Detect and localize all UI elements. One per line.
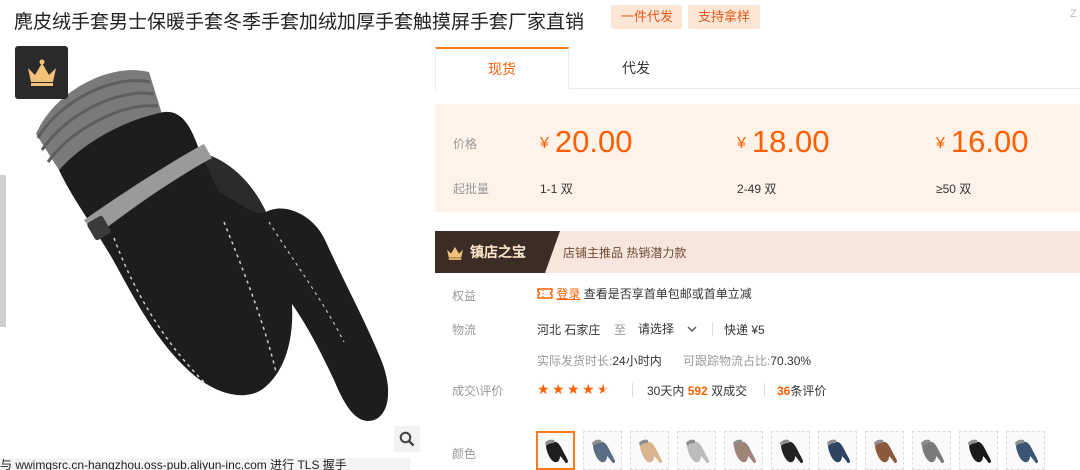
color-swatch[interactable] (771, 431, 810, 470)
price-box: 价格 起批量 ¥20.00 ¥18.00 ¥16.00 1-1 双 2-49 双… (435, 104, 1080, 212)
star-icon: ★ (582, 381, 595, 397)
ship-time: 实际发货时长:24小时内 (537, 354, 662, 368)
glove-icon (826, 439, 850, 463)
tab-dropship[interactable]: 代发 (569, 47, 703, 89)
glove-icon (36, 70, 389, 421)
to-text: 至 (614, 323, 627, 337)
trace-ratio: 可跟踪物流占比:70.30% (683, 354, 812, 368)
divider (712, 322, 713, 336)
color-swatch[interactable] (677, 431, 716, 470)
destination-select[interactable]: 请选择 (638, 320, 697, 337)
glove-icon (873, 439, 897, 463)
moq-tier-1: 1-1 双 (540, 182, 573, 196)
corner-mark: Z (1070, 8, 1077, 20)
zoom-button[interactable] (394, 426, 420, 452)
color-swatch[interactable] (583, 431, 622, 470)
half-star-icon: ★ (597, 381, 610, 397)
origin-city: 河北 石家庄 (537, 323, 601, 337)
gallery-edge (0, 175, 6, 327)
rights-value: 登录 查看是否享首单包邮或首单立减 (537, 285, 752, 302)
glove-icon (1014, 439, 1038, 463)
stock-tabs: 现货 代发 (435, 47, 1080, 90)
divider (632, 383, 633, 397)
glove-icon (685, 439, 709, 463)
logistics-label: 物流 (452, 323, 477, 337)
color-swatch[interactable] (912, 431, 951, 470)
glove-icon (967, 439, 991, 463)
search-icon (399, 431, 415, 447)
glove-icon (732, 439, 756, 463)
color-swatch[interactable] (724, 431, 763, 470)
price-label: 价格 (453, 137, 478, 151)
moq-tier-3: ≥50 双 (936, 182, 972, 196)
login-link[interactable]: 登录 (556, 287, 580, 301)
banner-text: 店铺主推品 热销潜力款 (563, 246, 687, 260)
glove-icon (591, 439, 615, 463)
divider (764, 383, 765, 397)
price-tier-1: ¥20.00 (540, 124, 633, 159)
color-label: 颜色 (452, 447, 477, 461)
moq-tier-2: 2-49 双 (737, 182, 777, 196)
sold-count[interactable]: 30天内 592 双成交 (647, 382, 747, 399)
star-icon: ★ (537, 381, 550, 397)
glove-icon (920, 439, 944, 463)
color-swatch[interactable] (818, 431, 857, 470)
moq-label: 起批量 (453, 182, 490, 196)
crown-icon (447, 246, 463, 260)
chevron-down-icon (687, 326, 697, 332)
star-icon: ★ (552, 381, 565, 397)
glove-icon (544, 439, 568, 463)
coupon-icon (537, 288, 553, 299)
tag-sample[interactable]: 支持拿样 (688, 5, 760, 29)
tab-in-stock[interactable]: 现货 (435, 47, 569, 90)
color-swatch[interactable] (1006, 431, 1045, 470)
review-count[interactable]: 36条评价 (777, 382, 826, 399)
shop-treasure-banner[interactable]: 镇店之宝 店铺主推品 热销潜力款 (435, 231, 1080, 273)
crown-icon (27, 59, 56, 86)
rights-label: 权益 (452, 289, 477, 303)
browser-status-bar: 与 wwimgsrc.cn-hangzhou.oss-pub.aliyun-in… (0, 458, 410, 470)
product-image[interactable] (14, 42, 420, 456)
price-tier-3: ¥16.00 (936, 124, 1029, 159)
color-swatch[interactable] (536, 431, 575, 470)
crown-badge (15, 46, 68, 99)
treasure-badge: 镇店之宝 (435, 231, 560, 273)
color-swatches (536, 431, 1045, 470)
price-tier-2: ¥18.00 (737, 124, 830, 159)
color-swatch[interactable] (630, 431, 669, 470)
star-icon: ★ (567, 381, 580, 397)
rating-stars: ★ ★ ★ ★ ★ (537, 382, 611, 396)
product-title: 麂皮绒手套男士保暖手套冬季手套加绒加厚手套触摸屏手套厂家直销 (14, 12, 585, 33)
color-swatch[interactable] (865, 431, 904, 470)
reviews-label: 成交\评价 (452, 384, 504, 398)
tag-dropship[interactable]: 一件代发 (611, 5, 682, 29)
glove-icon (638, 439, 662, 463)
glove-icon (779, 439, 803, 463)
color-swatch[interactable] (959, 431, 998, 470)
express-fee: 快递 ¥5 (724, 323, 765, 337)
